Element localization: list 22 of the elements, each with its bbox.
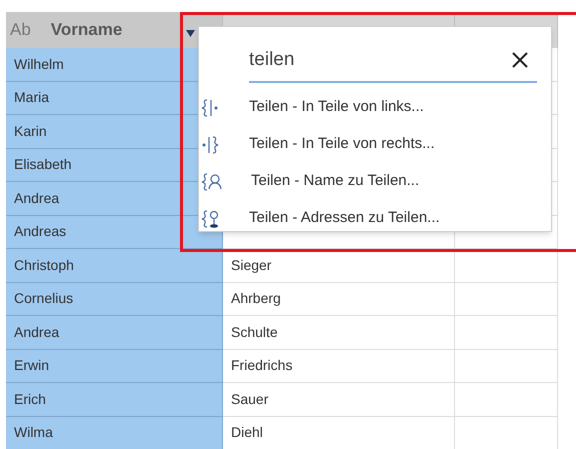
table-cell: Friedrichs <box>223 350 455 383</box>
column-header[interactable]: Ab Vorname <box>6 12 223 48</box>
table-cell: Wilma <box>6 416 223 449</box>
table-cell: Erwin <box>6 350 223 383</box>
table-cell: Erich <box>6 383 223 416</box>
pin-split-icon <box>201 208 221 228</box>
split-right-icon <box>201 134 221 154</box>
table-cell: Cornelius <box>6 282 223 316</box>
table-cell: Sauer <box>223 383 455 416</box>
close-icon[interactable] <box>511 51 529 69</box>
table-cell: Ahrberg <box>223 282 455 316</box>
type-label: Ab <box>10 19 31 42</box>
table-cell: Christoph <box>6 249 223 282</box>
column-title: Vorname <box>50 19 122 42</box>
table-cell: Schulte <box>223 316 455 350</box>
table-cell: Andreas <box>6 216 223 249</box>
dropdown-arrow-icon <box>186 30 195 37</box>
table-cell: Diehl <box>223 416 455 449</box>
table-cell: Sieger <box>223 249 455 282</box>
search-field[interactable]: teilen <box>249 39 537 83</box>
table-cell: Andrea <box>6 316 223 350</box>
person-split-icon <box>201 172 223 192</box>
